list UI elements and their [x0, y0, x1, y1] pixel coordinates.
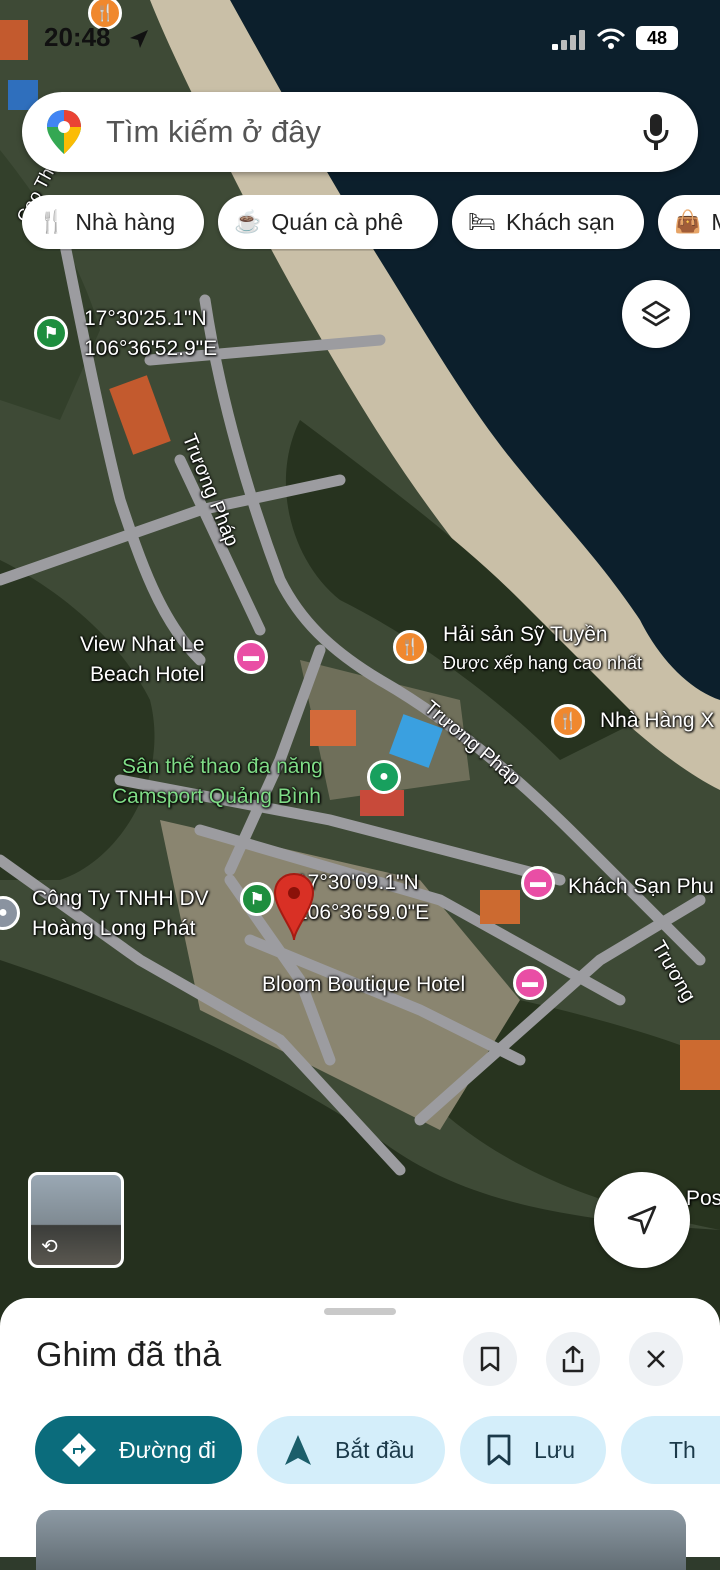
fork-knife-icon: 🍴 — [558, 713, 578, 730]
directions-icon — [62, 1433, 96, 1467]
location-arrow-icon — [130, 30, 148, 48]
place-label-pos[interactable]: Pos — [686, 1186, 720, 1212]
place-label-camsport[interactable]: Sân thể thao đa năng — [122, 754, 323, 780]
share-icon — [562, 1345, 584, 1373]
place-label-khach-san[interactable]: Khách Sạn Phu — [568, 874, 714, 900]
fork-knife-icon: 🍴 — [95, 5, 115, 22]
chip-shopping[interactable]: 👜M — [658, 195, 720, 249]
flag-coordinate-lng: 106°36'52.9"E — [84, 337, 218, 360]
chip-hotels[interactable]: 🛏 Khách sạn — [452, 195, 644, 249]
flag-icon: ⚑ — [249, 891, 265, 908]
street-view-thumbnail[interactable]: ⟲ — [28, 1172, 124, 1268]
save-icon-button[interactable] — [463, 1332, 517, 1386]
chip-label: Nhà hàng — [75, 208, 176, 235]
place-bottom-sheet[interactable]: Ghim đã thả Đường đi Bắt đầu Lưu Th — [0, 1298, 720, 1570]
hotel-marker[interactable]: ▬ — [513, 966, 547, 1000]
chip-label: M — [711, 209, 720, 236]
wifi-icon — [596, 28, 626, 49]
start-label: Bắt đầu — [335, 1436, 415, 1463]
bed-icon: 🛏 — [468, 209, 496, 234]
sheet-title: Ghim đã thả — [36, 1336, 222, 1374]
flag-action-label: Th — [669, 1436, 696, 1463]
flag-coordinate-lat: 17°30'25.1"N — [84, 307, 207, 330]
my-location-button[interactable] — [594, 1172, 690, 1268]
directions-button[interactable]: Đường đi — [35, 1416, 242, 1484]
dropped-flag-marker[interactable]: ⚑ — [240, 882, 274, 916]
place-label-cong-ty[interactable]: Hoàng Long Phát — [32, 916, 195, 942]
signal-icon — [552, 30, 585, 50]
circle-icon: ● — [379, 768, 389, 785]
place-label-camsport[interactable]: Camsport Quảng Bình — [112, 784, 321, 810]
save-button[interactable]: Lưu — [460, 1416, 606, 1484]
rotate-360-icon: ⟲ — [41, 1236, 58, 1258]
category-chips: 🍴Nhà hàng ☕Quán cà phê 🛏Khách sạn 👜M — [22, 195, 720, 251]
close-icon — [647, 1350, 665, 1368]
start-button[interactable]: Bắt đầu — [257, 1416, 445, 1484]
maps-logo-icon — [47, 110, 81, 154]
chip-restaurants[interactable]: 🍴 Nhà hàng — [22, 195, 204, 249]
place-label-view-nhat-le[interactable]: Beach Hotel — [90, 662, 204, 688]
hotel-marker[interactable]: ▬ — [521, 866, 555, 900]
flag-action-button[interactable]: Th — [621, 1416, 720, 1484]
coffee-icon: ☕ — [234, 209, 262, 234]
fork-knife-icon: 🍴 — [400, 639, 420, 656]
restaurant-marker[interactable]: 🍴 — [393, 630, 427, 664]
share-button[interactable] — [546, 1332, 600, 1386]
circle-icon: ● — [0, 904, 8, 921]
save-label: Lưu — [534, 1436, 575, 1463]
directions-label: Đường đi — [119, 1436, 216, 1463]
chip-coffee[interactable]: ☕ Quán cà phê — [218, 195, 438, 249]
status-time: 20:48 — [44, 22, 111, 52]
search-placeholder[interactable]: Tìm kiếm ở đây — [106, 114, 321, 150]
hotel-marker[interactable]: ▬ — [234, 640, 268, 674]
shopping-bag-icon: 👜 — [674, 209, 702, 234]
navigation-arrow-icon — [285, 1435, 311, 1465]
navigation-arrow-icon — [627, 1205, 657, 1235]
place-label-view-nhat-le[interactable]: View Nhat Le — [80, 632, 205, 658]
sports-marker[interactable]: ● — [367, 760, 401, 794]
dropped-pin-icon[interactable] — [272, 872, 316, 942]
bed-icon: ▬ — [243, 648, 259, 665]
chip-label: Quán cà phê — [271, 208, 404, 235]
microphone-icon[interactable] — [642, 112, 670, 152]
bed-icon: ▬ — [522, 974, 538, 991]
chip-label: Khách sạn — [505, 208, 615, 235]
place-label-bloom[interactable]: Bloom Boutique Hotel — [262, 972, 465, 998]
fork-knife-icon: 🍴 — [38, 209, 66, 234]
place-label-nha-hang[interactable]: Nhà Hàng X — [600, 708, 714, 734]
dropped-flag-marker[interactable]: ⚑ — [34, 316, 68, 350]
search-bar[interactable]: Tìm kiếm ở đây — [22, 92, 698, 172]
battery-indicator: 48 — [636, 26, 678, 50]
bookmark-icon — [487, 1434, 511, 1466]
place-photo[interactable] — [36, 1510, 686, 1570]
sheet-drag-handle[interactable] — [324, 1308, 396, 1315]
close-button[interactable] — [629, 1332, 683, 1386]
place-label-cong-ty[interactable]: Công Ty TNHH DV — [32, 886, 209, 912]
bookmark-icon — [480, 1346, 500, 1372]
layers-icon — [641, 300, 671, 327]
bed-icon: ▬ — [530, 874, 546, 891]
place-rating-label: Được xếp hạng cao nhất — [443, 653, 642, 673]
layers-button[interactable] — [622, 280, 690, 348]
restaurant-marker[interactable]: 🍴 — [551, 704, 585, 738]
place-label-hai-san[interactable]: Hải sản Sỹ Tuyền — [443, 622, 608, 648]
flag-icon: ⚑ — [43, 325, 59, 342]
status-bar: 20:48 48 — [0, 22, 720, 58]
